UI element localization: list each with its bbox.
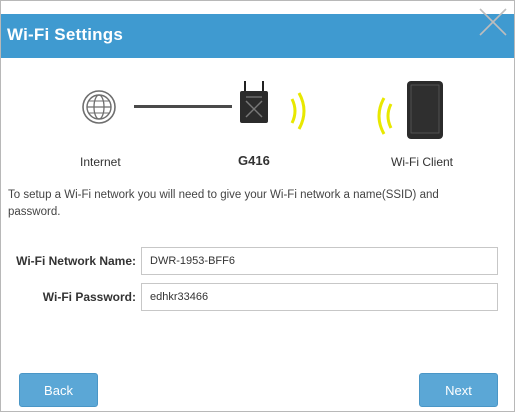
tablet-icon [407, 81, 443, 139]
router-model-label: G416 [238, 153, 270, 168]
connection-line [134, 105, 232, 108]
close-icon[interactable] [476, 5, 510, 39]
next-button[interactable]: Next [419, 373, 498, 407]
internet-label: Internet [80, 155, 121, 169]
network-name-row: Wi-Fi Network Name: DWR-1953-BFF6 [1, 247, 514, 275]
network-diagram: Internet G416 Wi-Fi Client [1, 75, 514, 175]
wifi-client-label: Wi-Fi Client [391, 155, 453, 169]
router-icon [240, 81, 268, 123]
back-button[interactable]: Back [19, 373, 98, 407]
password-input[interactable]: edhkr33466 [141, 283, 498, 311]
password-label: Wi-Fi Password: [42, 290, 136, 304]
wifi-waves-icon [290, 92, 306, 130]
wifi-settings-dialog: Wi-Fi Settings Internet G416 Wi-Fi Clien… [0, 0, 515, 412]
dialog-header: Wi-Fi Settings [1, 14, 514, 58]
dialog-title: Wi-Fi Settings [7, 25, 123, 44]
password-row: Wi-Fi Password: edhkr33466 [1, 283, 514, 311]
network-name-label: Wi-Fi Network Name: [16, 254, 136, 268]
globe-icon [82, 90, 116, 124]
setup-description: To setup a Wi-Fi network you will need t… [8, 189, 439, 218]
wifi-waves-icon [377, 97, 393, 135]
network-name-input[interactable]: DWR-1953-BFF6 [141, 247, 498, 275]
